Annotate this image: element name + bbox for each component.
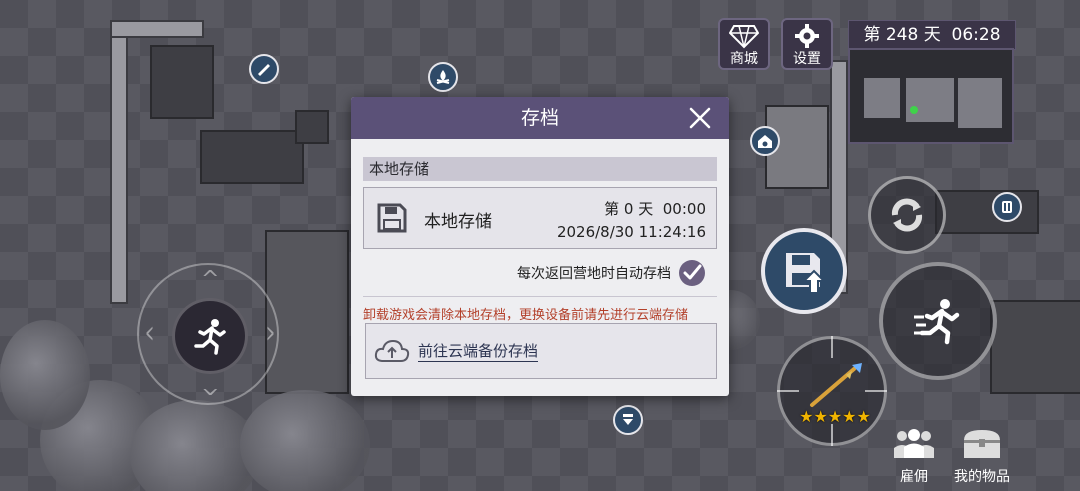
my-items-button[interactable]: 我的物品 (950, 428, 1014, 486)
joystick-up-arrow: ^ (201, 267, 220, 292)
slot-time: 00:00 (662, 200, 706, 218)
hire-label: 雇佣 (900, 469, 928, 485)
shelter-marker[interactable] (750, 126, 780, 156)
divider (363, 296, 717, 297)
slot-day-time: 第 0 天 00:00 (604, 198, 706, 219)
joystick-right-arrow: ^ (251, 324, 277, 343)
weapon-star-rating: ★★★★★ (792, 407, 878, 426)
exit-down-marker[interactable] (613, 405, 643, 435)
close-icon (689, 107, 711, 129)
running-man-icon (194, 319, 226, 355)
barricade (990, 300, 1080, 394)
slot-name: 本地存储 (424, 212, 492, 232)
arrow-down-icon (623, 414, 633, 425)
settings-label: 设置 (793, 51, 821, 67)
wall (110, 20, 128, 304)
barrel-marker[interactable] (992, 192, 1022, 222)
table (935, 190, 1039, 234)
checkmark-icon (683, 264, 702, 280)
joystick-knob[interactable] (172, 298, 248, 374)
star-icon: ★ (856, 407, 871, 426)
star-icon: ★ (813, 407, 828, 426)
joystick-down-arrow: ^ (201, 373, 220, 398)
clock: 06:28 (951, 25, 1001, 45)
sprint-icon (914, 299, 960, 345)
wall (110, 20, 204, 38)
day-clock-bar: 第 248 天 06:28 (848, 20, 1016, 50)
shop-button[interactable]: 商城 (718, 18, 770, 70)
minimap-room (958, 78, 1002, 128)
minimap[interactable] (848, 48, 1014, 144)
bush (0, 320, 90, 430)
shop-label: 商城 (730, 51, 758, 67)
star-icon: ★ (799, 407, 814, 426)
quick-save-button[interactable] (761, 228, 847, 314)
workbench (200, 130, 304, 184)
saw-icon (258, 64, 270, 76)
close-button[interactable] (689, 107, 711, 129)
cloud-backup-text: 前往云端备份存档 (418, 341, 539, 362)
mercenaries-icon (894, 429, 934, 458)
minimap-room (906, 78, 954, 122)
reload-icon (891, 198, 923, 232)
vehicle (265, 230, 349, 394)
debris-pile (150, 45, 214, 119)
save-dialog: 存档 本地存储 本地存储 第 0 天 00:00 2026/8/30 11:24… (351, 97, 729, 396)
uninstall-warning: 卸载游戏会清除本地存档，更换设备前请先进行云端存储 (363, 308, 689, 323)
hire-button[interactable]: 雇佣 (884, 428, 944, 486)
autosave-toggle-row[interactable]: 每次返回营地时自动存档 (517, 259, 705, 287)
dialog-header: 存档 (351, 97, 729, 139)
autosave-checkbox[interactable] (679, 260, 705, 286)
day-counter: 第 248 天 (863, 25, 941, 45)
campfire-icon (436, 70, 450, 84)
bush (240, 390, 370, 491)
save-upload-icon (786, 253, 827, 294)
gear-icon (783, 23, 831, 51)
section-title: 本地存储 (363, 157, 717, 181)
autosave-label: 每次返回营地时自动存档 (517, 266, 671, 282)
sprint-button[interactable] (879, 262, 997, 380)
campfire-marker[interactable] (428, 62, 458, 92)
barrel-icon (1002, 201, 1012, 213)
chest-icon (964, 430, 1000, 458)
cloud-upload-icon (374, 339, 410, 362)
crate (295, 110, 329, 144)
diamond-icon (720, 23, 768, 51)
star-icon: ★ (827, 407, 843, 426)
cloud-backup-link[interactable]: 前往云端备份存档 (374, 338, 539, 364)
slot-date: 2026/8/30 11:24:16 (556, 223, 706, 241)
cloud-backup-box: 前往云端备份存档 (365, 323, 717, 379)
house-icon (758, 135, 772, 148)
movement-joystick[interactable]: ^ ^ ^ ^ (137, 263, 279, 405)
spear-icon (810, 363, 862, 407)
floppy-disk-icon (377, 203, 407, 233)
settings-button[interactable]: 设置 (781, 18, 833, 70)
player-dot (910, 106, 918, 114)
star-icon: ★ (842, 407, 857, 426)
slot-day: 第 0 天 (604, 200, 654, 218)
my-items-label: 我的物品 (954, 469, 1010, 485)
minimap-room (864, 78, 900, 118)
saw-marker[interactable] (249, 54, 279, 84)
reload-button[interactable] (868, 176, 946, 254)
joystick-left-arrow: ^ (143, 324, 169, 343)
local-save-slot[interactable]: 本地存储 第 0 天 00:00 2026/8/30 11:24:16 (363, 187, 717, 249)
weapon-slot-button[interactable]: ★★★★★ (777, 336, 887, 446)
dialog-title: 存档 (520, 107, 559, 129)
